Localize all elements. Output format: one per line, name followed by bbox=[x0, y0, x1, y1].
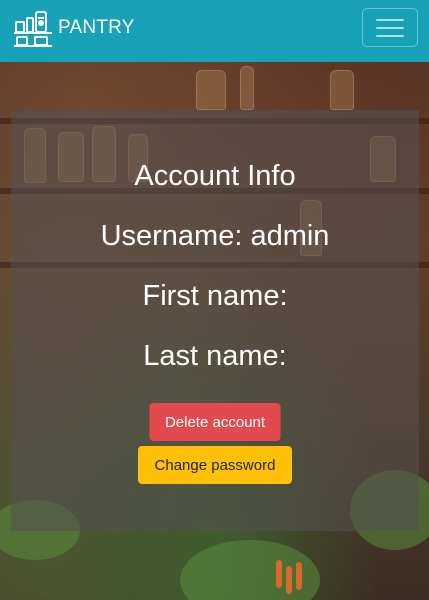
pantry-shelf-icon bbox=[14, 11, 52, 47]
last-name-text: Last name: bbox=[143, 340, 287, 372]
change-password-button[interactable]: Change password bbox=[138, 446, 292, 484]
username-text: Username: admin bbox=[100, 220, 330, 252]
account-info-heading: Account Info bbox=[134, 160, 296, 192]
top-navbar: PANTRY bbox=[0, 0, 429, 62]
brand-link[interactable]: PANTRY bbox=[13, 8, 135, 48]
first-name-text: First name: bbox=[142, 280, 288, 312]
account-info-panel: Account Info Username: admin First name:… bbox=[11, 110, 419, 531]
brand-name: PANTRY bbox=[58, 17, 135, 38]
navbar-toggle-button[interactable] bbox=[362, 8, 418, 47]
hamburger-menu-icon bbox=[376, 18, 404, 38]
delete-account-button[interactable]: Delete account bbox=[149, 403, 281, 441]
